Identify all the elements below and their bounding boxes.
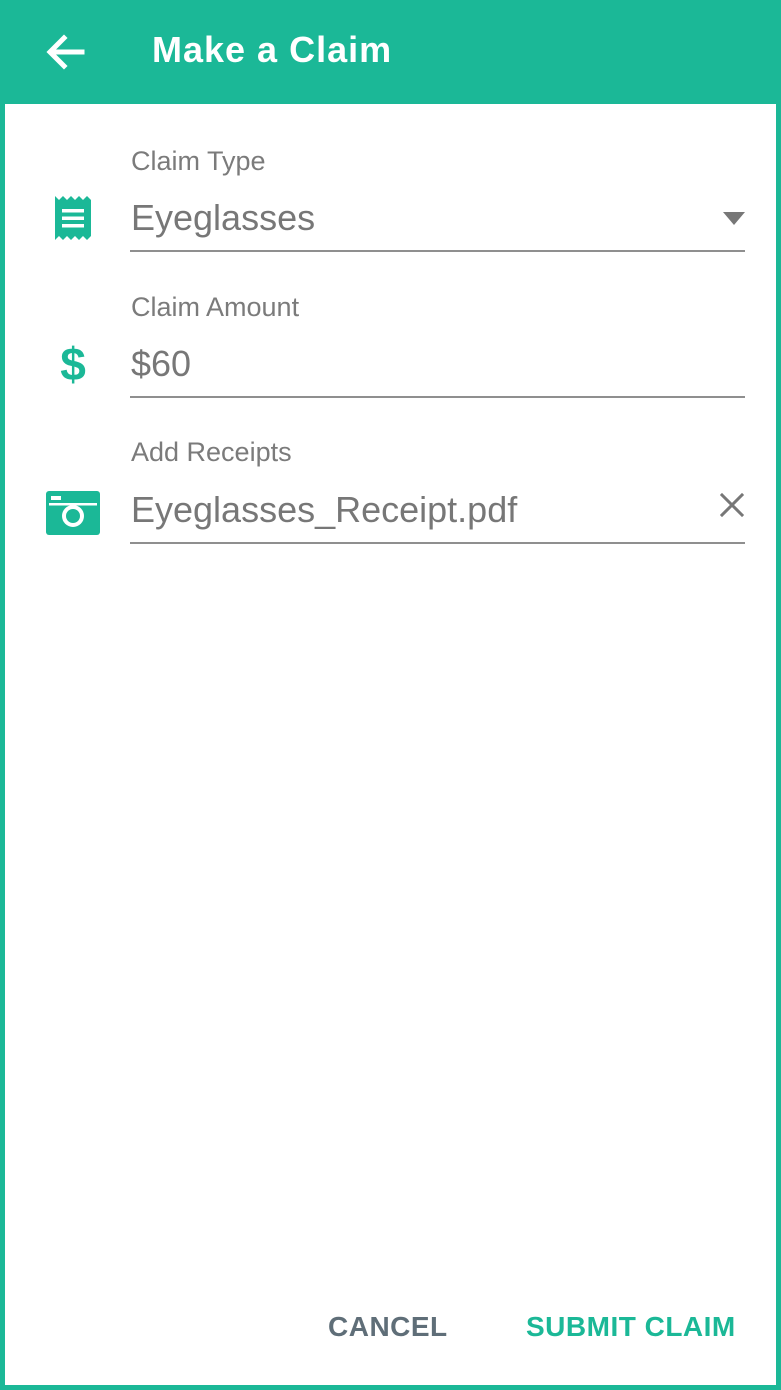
- receipts-input[interactable]: Eyeglasses_Receipt.pdf: [130, 486, 745, 544]
- cancel-button[interactable]: CANCEL: [328, 1305, 448, 1349]
- dollar-icon: $: [60, 338, 86, 390]
- app-bar: Make a Claim: [5, 0, 781, 104]
- claim-amount-label: Claim Amount: [131, 292, 300, 322]
- claim-type-label: Claim Type: [131, 146, 266, 176]
- arrow-left-icon: [46, 34, 85, 70]
- chevron-down-icon[interactable]: [723, 212, 745, 225]
- claim-type-select[interactable]: Eyeglasses: [130, 194, 745, 252]
- claim-type-value: Eyeglasses: [131, 197, 316, 238]
- claim-amount-value: $60: [131, 343, 192, 384]
- clear-receipt-button[interactable]: [717, 490, 747, 520]
- receipt-icon: [43, 188, 103, 248]
- receipt-filename: Eyeglasses_Receipt.pdf: [131, 489, 518, 530]
- camera-icon[interactable]: [43, 482, 103, 542]
- back-button[interactable]: [39, 26, 91, 78]
- submit-claim-button[interactable]: SUBMIT CLAIM: [526, 1305, 736, 1349]
- screen-frame: Make a Claim Claim Type Eyeglasses $ Cla…: [0, 0, 781, 1390]
- page-title: Make a Claim: [152, 29, 393, 70]
- receipts-label: Add Receipts: [131, 437, 292, 467]
- close-icon: [720, 493, 744, 517]
- claim-amount-input[interactable]: $60: [130, 340, 745, 398]
